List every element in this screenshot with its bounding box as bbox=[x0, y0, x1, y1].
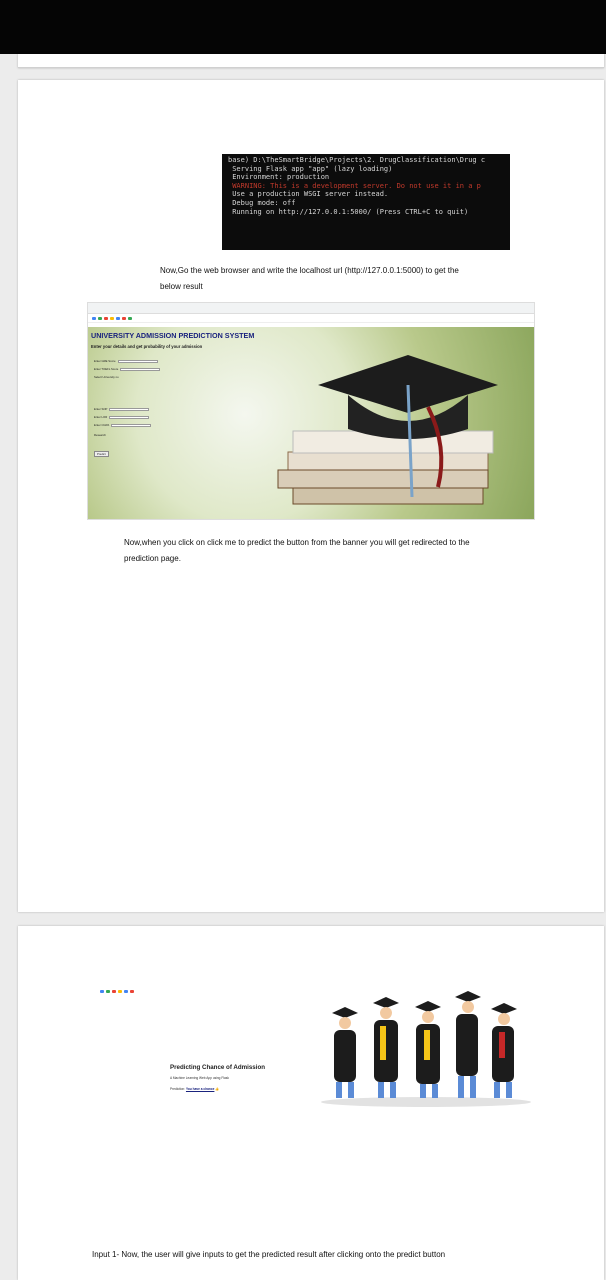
document-page-1: base) D:\TheSmartBridge\Projects\2. Drug… bbox=[18, 80, 604, 912]
graduation-cap-illustration bbox=[277, 355, 498, 505]
terminal-line: Debug mode: off bbox=[228, 198, 296, 207]
terminal-line: Running on http://127.0.0.1:5000/ (Press… bbox=[228, 207, 469, 216]
hero-banner: UNIVERSITY ADMISSION PREDICTION SYSTEM E… bbox=[88, 327, 534, 519]
toefl-field[interactable]: Enter TOEFL Score bbox=[94, 367, 161, 372]
admission-app-screenshot: UNIVERSITY ADMISSION PREDICTION SYSTEM E… bbox=[87, 302, 535, 520]
lor-field[interactable]: Enter LOR bbox=[94, 415, 150, 420]
research-radio[interactable]: Research bbox=[94, 433, 106, 437]
instruction-line-1: Now,Go the web browser and write the loc… bbox=[160, 266, 459, 275]
terminal-line: Serving Flask app "app" (lazy loading) bbox=[228, 164, 393, 173]
terminal-line: Use a production WSGI server instead. bbox=[228, 190, 389, 199]
gre-field[interactable]: Enter GRE Score bbox=[94, 359, 158, 364]
prediction-subtitle: A Machine Learning Web App using Flask bbox=[170, 1076, 229, 1080]
previous-page-edge bbox=[18, 54, 604, 68]
prediction-result: Prediction: You have a chance 👍 bbox=[170, 1087, 220, 1091]
click-instruction-line-2: prediction page. bbox=[124, 554, 181, 563]
cgpa-field[interactable]: Enter CGPA bbox=[94, 423, 152, 428]
app-title: UNIVERSITY ADMISSION PREDICTION SYSTEM bbox=[91, 331, 255, 340]
graduates-illustration bbox=[321, 991, 531, 1107]
terminal-line: base) D:\TheSmartBridge\Projects\2. Drug… bbox=[228, 156, 486, 164]
terminal-line: Environment: production bbox=[228, 173, 330, 182]
prediction-page-screenshot: Predicting Chance of Admission A Machine… bbox=[96, 976, 540, 1110]
terminal-warning-line: WARNING: This is a development server. D… bbox=[228, 181, 481, 190]
top-black-bar bbox=[0, 0, 606, 54]
input-caption: Input 1- Now, the user will give inputs … bbox=[92, 1250, 446, 1259]
predict-button[interactable]: Predict bbox=[94, 451, 109, 457]
university-select[interactable]: Select University no bbox=[94, 375, 119, 379]
instruction-line-2: below result bbox=[160, 282, 203, 291]
prediction-title: Predicting Chance of Admission bbox=[170, 1064, 266, 1071]
thumbs-up-icon: 👍 bbox=[215, 1087, 220, 1091]
app-subtitle: Enter your details and get probability o… bbox=[91, 344, 203, 349]
click-instruction-line-1: Now,when you click on click me to predic… bbox=[124, 538, 470, 547]
bookmarks-bar bbox=[88, 314, 534, 323]
sop-field[interactable]: Enter SOP bbox=[94, 407, 150, 412]
terminal-screenshot: base) D:\TheSmartBridge\Projects\2. Drug… bbox=[222, 154, 510, 250]
browser-toolbar bbox=[88, 303, 534, 314]
document-page-2: Predicting Chance of Admission A Machine… bbox=[18, 926, 604, 1280]
